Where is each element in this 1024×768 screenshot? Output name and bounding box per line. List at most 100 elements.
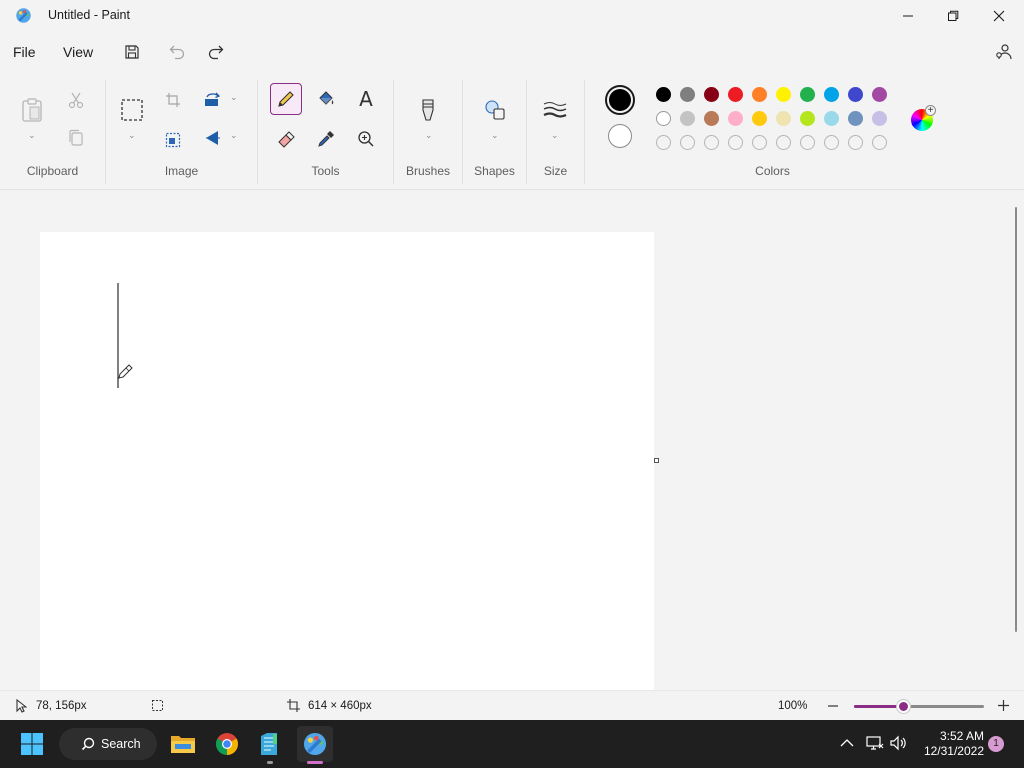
color-swatch[interactable] — [848, 111, 863, 126]
text-tool-button[interactable]: A — [350, 83, 382, 115]
color-picker-tool-button[interactable] — [310, 123, 342, 155]
menu-file[interactable]: File — [13, 44, 36, 60]
color-swatch[interactable] — [776, 87, 791, 102]
volume-icon[interactable] — [890, 735, 908, 751]
color-swatch[interactable] — [656, 87, 671, 102]
color-swatch[interactable] — [728, 87, 743, 102]
color-swatch[interactable] — [752, 87, 767, 102]
copy-button[interactable] — [60, 122, 92, 154]
custom-color-slot[interactable] — [680, 135, 695, 150]
shapes-dropdown-chevron-icon[interactable]: ⌄ — [491, 130, 499, 141]
primary-color-button[interactable] — [605, 85, 635, 115]
taskbar-search[interactable]: Search — [59, 728, 157, 760]
eraser-tool-button[interactable] — [270, 123, 302, 155]
line-size-icon — [543, 102, 567, 118]
chrome-button[interactable] — [209, 726, 245, 762]
canvas-size: 614 × 460px — [308, 700, 372, 712]
magnifier-tool-button[interactable] — [350, 123, 382, 155]
paste-dropdown-chevron-icon[interactable]: ⌄ — [28, 130, 36, 141]
custom-color-slot[interactable] — [872, 135, 887, 150]
file-explorer-button[interactable] — [165, 726, 201, 762]
rotate-button[interactable] — [197, 84, 229, 116]
cut-icon — [68, 92, 84, 109]
notepad-running-indicator — [267, 761, 273, 764]
color-swatch[interactable] — [800, 87, 815, 102]
color-swatch[interactable] — [752, 111, 767, 126]
resize-button[interactable] — [157, 124, 189, 156]
folder-icon — [171, 736, 195, 753]
color-swatch[interactable] — [824, 87, 839, 102]
title-bar: Untitled - Paint — [0, 0, 1024, 32]
cut-button[interactable] — [60, 84, 92, 116]
zoom-level[interactable]: 100% — [778, 700, 807, 712]
custom-color-slot[interactable] — [800, 135, 815, 150]
restore-icon — [948, 10, 959, 21]
network-icon[interactable] — [866, 735, 884, 751]
color-swatch[interactable] — [704, 111, 719, 126]
canvas-drawing — [117, 283, 133, 388]
custom-color-slot[interactable] — [752, 135, 767, 150]
status-bar: 78, 156px 614 × 460px 100% — [0, 690, 1024, 720]
color-swatch[interactable] — [728, 111, 743, 126]
color-swatch[interactable] — [776, 111, 791, 126]
color-swatch[interactable] — [824, 111, 839, 126]
close-button[interactable] — [976, 0, 1022, 32]
flip-dropdown-chevron-icon[interactable]: ⌄ — [230, 130, 238, 141]
custom-color-slot[interactable] — [656, 135, 671, 150]
drawing-canvas[interactable] — [40, 232, 654, 691]
shapes-icon — [485, 100, 505, 120]
canvas-resize-handle[interactable] — [654, 458, 659, 463]
brushes-group: ⌄ Brushes — [394, 72, 462, 188]
shapes-button[interactable] — [479, 94, 511, 126]
restore-button[interactable] — [930, 0, 976, 32]
paste-button[interactable] — [16, 94, 48, 126]
zoom-slider-thumb[interactable] — [897, 700, 911, 713]
taskbar-clock[interactable]: 3:52 AM 12/31/2022 — [918, 729, 984, 759]
notepad-app-button[interactable] — [251, 726, 287, 762]
show-hidden-icons-button[interactable] — [840, 738, 854, 748]
crop-button[interactable] — [157, 84, 189, 116]
menu-view[interactable]: View — [63, 44, 93, 60]
color-swatch[interactable] — [800, 111, 815, 126]
pencil-tool-button[interactable] — [270, 83, 302, 115]
brushes-button[interactable] — [412, 94, 444, 126]
select-dropdown-chevron-icon[interactable]: ⌄ — [128, 130, 136, 141]
save-button[interactable] — [122, 42, 142, 62]
custom-color-slot[interactable] — [776, 135, 791, 150]
start-button[interactable] — [14, 726, 50, 762]
select-button[interactable] — [116, 94, 148, 126]
rotate-dropdown-chevron-icon[interactable]: ⌄ — [230, 92, 238, 103]
paint-app-button[interactable] — [297, 726, 333, 762]
size-button[interactable] — [539, 94, 571, 126]
redo-button[interactable] — [206, 42, 226, 62]
copy-icon — [69, 129, 83, 146]
custom-color-slot[interactable] — [824, 135, 839, 150]
custom-color-slot[interactable] — [728, 135, 743, 150]
secondary-color-button[interactable] — [608, 124, 632, 148]
brushes-dropdown-chevron-icon[interactable]: ⌄ — [425, 130, 433, 141]
search-icon — [81, 737, 95, 751]
account-button[interactable] — [994, 42, 1014, 62]
vertical-scrollbar[interactable] — [1015, 207, 1017, 632]
color-swatch[interactable] — [680, 87, 695, 102]
zoom-out-button[interactable] — [827, 700, 839, 712]
account-icon — [996, 44, 1012, 60]
custom-color-slot[interactable] — [848, 135, 863, 150]
color-swatch[interactable] — [872, 87, 887, 102]
fill-tool-button[interactable] — [310, 83, 342, 115]
color-swatch[interactable] — [656, 111, 671, 126]
minimize-button[interactable] — [885, 0, 931, 32]
color-swatch[interactable] — [680, 111, 695, 126]
edit-colors-button[interactable]: + — [911, 105, 936, 131]
zoom-in-button[interactable] — [997, 699, 1010, 712]
color-swatch[interactable] — [704, 87, 719, 102]
undo-button[interactable] — [167, 42, 187, 62]
shapes-group: ⌄ Shapes — [463, 72, 526, 188]
color-swatch[interactable] — [848, 87, 863, 102]
size-dropdown-chevron-icon[interactable]: ⌄ — [551, 130, 559, 141]
notification-badge[interactable]: 1 — [988, 736, 1004, 752]
zoom-slider[interactable] — [854, 700, 984, 713]
flip-button[interactable] — [197, 122, 229, 154]
color-swatch[interactable] — [872, 111, 887, 126]
custom-color-slot[interactable] — [704, 135, 719, 150]
